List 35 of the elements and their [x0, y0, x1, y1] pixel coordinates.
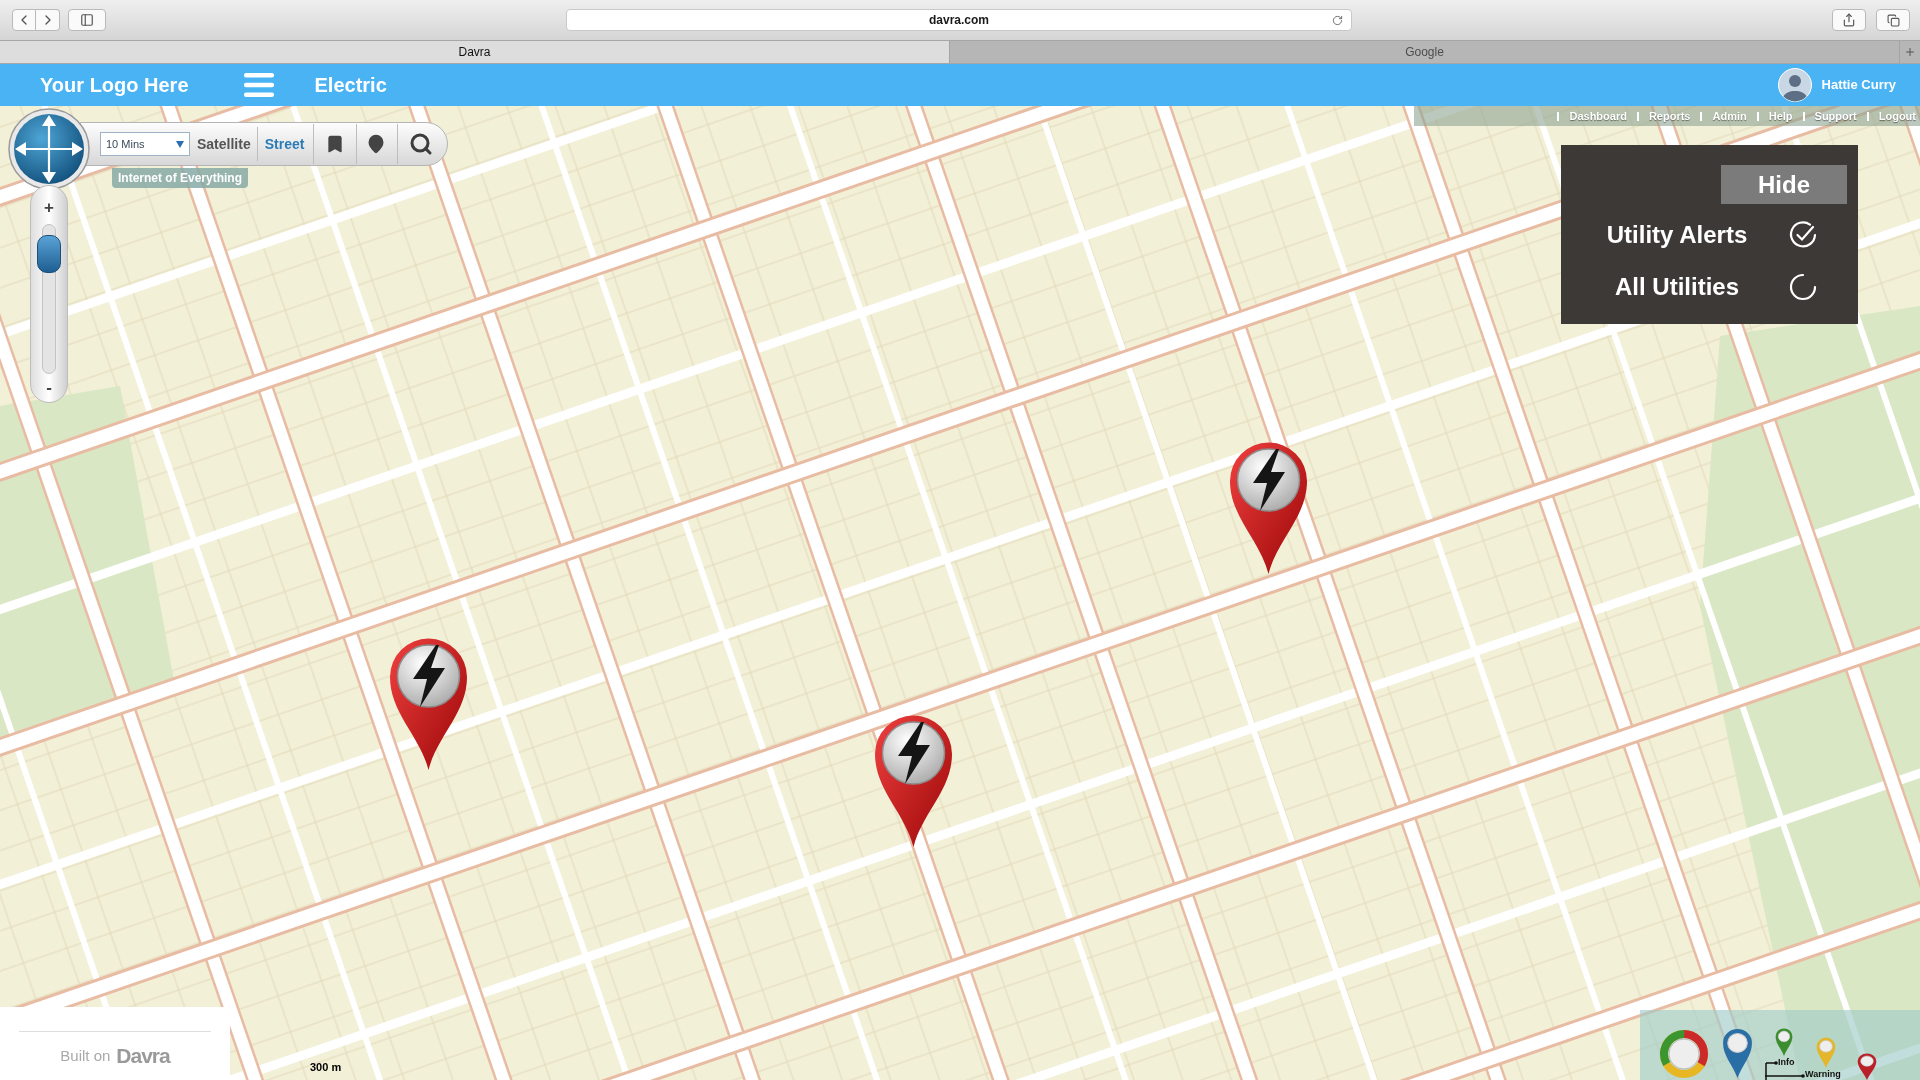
logo-text[interactable]: Your Logo Here — [40, 70, 189, 100]
layer-label[interactable]: All Utilities — [1583, 269, 1771, 305]
hide-button[interactable]: Hide — [1721, 165, 1847, 204]
caret-icon — [176, 140, 184, 148]
legend-label: Info — [1778, 1058, 1795, 1067]
page-title: Electric — [314, 73, 387, 98]
zoom-out-button[interactable]: - — [46, 378, 52, 398]
tabs-icon — [1886, 13, 1900, 27]
tabs-button[interactable] — [1876, 9, 1910, 31]
share-button[interactable] — [1832, 9, 1866, 31]
map-type-tab[interactable]: Satellite — [197, 133, 251, 155]
zoom-in-button[interactable]: + — [44, 198, 54, 218]
plus-icon — [1904, 46, 1916, 58]
brand-logo: Davra — [116, 1043, 170, 1069]
map-type-tab[interactable]: Street — [264, 133, 305, 155]
address-field[interactable]: davra.com — [566, 9, 1352, 31]
tag-label: Internet of Everything — [112, 168, 248, 188]
ring-icon — [1659, 1029, 1709, 1079]
user-name[interactable]: Hattie Curry — [1821, 75, 1896, 95]
reload-icon[interactable] — [1332, 15, 1343, 26]
search-icon[interactable] — [409, 132, 434, 156]
built-on-text: Built on — [60, 1045, 111, 1066]
interval-dropdown[interactable]: 10 Mins — [100, 132, 190, 156]
sidebar-button[interactable] — [68, 9, 106, 31]
zoom-slider-track[interactable] — [36, 224, 62, 374]
browser-tab[interactable]: Davra — [0, 41, 950, 63]
avatar-icon[interactable] — [1777, 68, 1812, 102]
share-icon — [1842, 13, 1856, 27]
sidebar-icon — [80, 13, 94, 27]
layer-label[interactable]: Utility Alerts — [1583, 217, 1771, 253]
zoom-slider-thumb[interactable] — [37, 235, 61, 274]
pan-arrows-icon[interactable] — [8, 108, 90, 190]
legend-label: Warning — [1805, 1070, 1841, 1079]
scale-label: 300 m — [310, 1061, 342, 1073]
check-circle-icon[interactable] — [1788, 220, 1818, 250]
